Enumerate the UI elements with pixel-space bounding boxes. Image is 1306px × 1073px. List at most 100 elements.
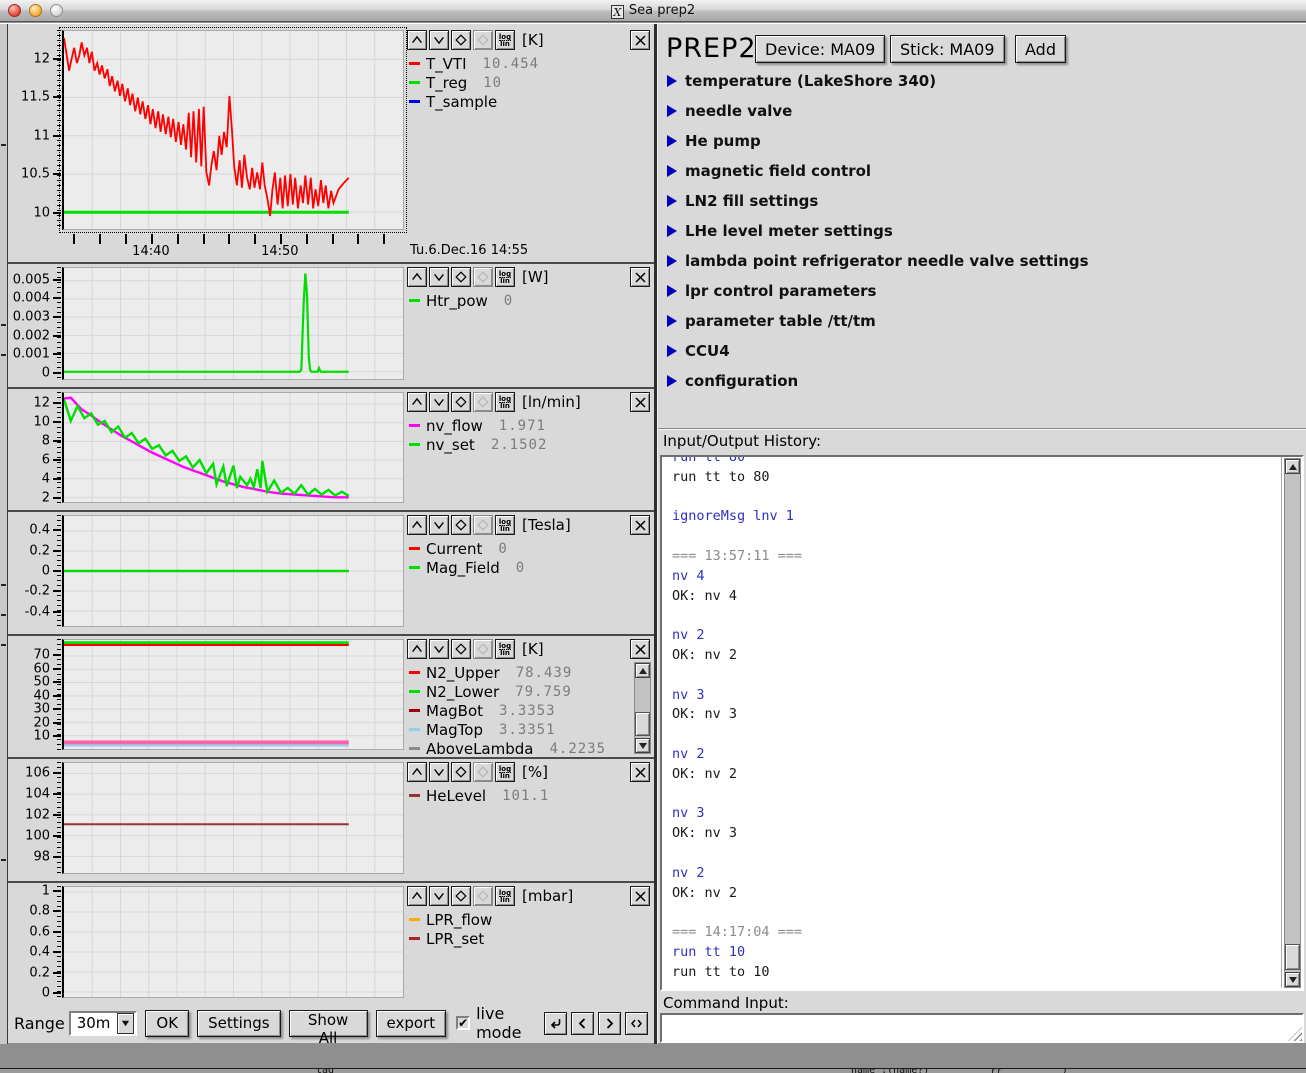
section-magnetic-field-control[interactable]: magnetic field control	[667, 160, 871, 182]
close-chart-button[interactable]	[630, 392, 650, 412]
log-lin-toggle-button[interactable]: loglin	[495, 886, 515, 906]
scrollbar-thumb[interactable]	[635, 712, 650, 736]
stick-button[interactable]: Stick: MA09	[890, 35, 1005, 63]
legend-entry-AboveLambda[interactable]: AboveLambda4.2235	[409, 739, 627, 758]
scroll-up-button[interactable]	[1285, 459, 1300, 474]
live-mode-checkbox[interactable]: ✔	[456, 1016, 470, 1030]
ok-button[interactable]: OK	[145, 1010, 189, 1037]
legend-entry-T_reg[interactable]: T_reg10	[409, 73, 627, 92]
section-parameter-table-tt-tm[interactable]: parameter table /tt/tm	[667, 310, 876, 332]
section-needle-valve[interactable]: needle valve	[667, 100, 792, 122]
chart-plot-area[interactable]	[62, 886, 404, 998]
legend-entry-HeLevel[interactable]: HeLevel101.1	[409, 786, 627, 805]
command-input[interactable]	[660, 1013, 1304, 1043]
section-temperature-lakeshore-340[interactable]: temperature (LakeShore 340)	[667, 70, 936, 92]
legend-entry-LPR_flow[interactable]: LPR_flow	[409, 910, 627, 929]
chevron-right-button[interactable]	[598, 1012, 621, 1035]
scroll-down-button[interactable]	[1285, 972, 1300, 987]
scroll-up-button[interactable]	[407, 392, 427, 412]
add-button[interactable]: Add	[1015, 35, 1066, 63]
expand-range-button[interactable]	[625, 1012, 648, 1035]
zoom-range-button[interactable]	[451, 639, 471, 659]
section-ln2-fill-settings[interactable]: LN2 fill settings	[667, 190, 818, 212]
scroll-down-button[interactable]	[429, 267, 449, 287]
log-lin-toggle-button[interactable]: loglin	[495, 392, 515, 412]
settings-button[interactable]: Settings	[197, 1010, 281, 1037]
chart-plot-area[interactable]	[62, 639, 404, 750]
chart-plot-area[interactable]	[62, 30, 404, 230]
zoom-range-button[interactable]	[451, 762, 471, 782]
scroll-down-button[interactable]	[429, 392, 449, 412]
scroll-up-button[interactable]	[407, 762, 427, 782]
legend-entry-LPR_set[interactable]: LPR_set	[409, 929, 627, 948]
scrollbar-thumb[interactable]	[1285, 944, 1300, 970]
chart-plot-area[interactable]	[62, 267, 404, 380]
scroll-down-button[interactable]	[429, 515, 449, 535]
legend-scrollbar[interactable]	[634, 662, 651, 754]
zoom-range-button[interactable]	[451, 30, 471, 50]
return-arrow-button[interactable]	[544, 1012, 567, 1035]
legend-entry-MagBot[interactable]: MagBot3.3353	[409, 701, 627, 720]
section-ccu4[interactable]: CCU4	[667, 340, 730, 362]
device-button[interactable]: Device: MA09	[755, 35, 885, 63]
section-lambda-point-refrigerator-needle-valve-settings[interactable]: lambda point refrigerator needle valve s…	[667, 250, 1089, 272]
zoom-range-disabled-button[interactable]	[473, 639, 493, 659]
scroll-up-button[interactable]	[407, 886, 427, 906]
scroll-up-button[interactable]	[407, 639, 427, 659]
io-history-scrollbar[interactable]	[1284, 458, 1301, 988]
scroll-up-button[interactable]	[407, 30, 427, 50]
combobox-dropdown-button[interactable]	[117, 1013, 134, 1034]
scroll-up-button[interactable]	[407, 267, 427, 287]
zoom-range-button[interactable]	[451, 392, 471, 412]
log-lin-toggle-button[interactable]: loglin	[495, 639, 515, 659]
close-chart-button[interactable]	[630, 886, 650, 906]
zoom-range-button[interactable]	[451, 267, 471, 287]
zoom-range-disabled-button[interactable]	[473, 267, 493, 287]
scroll-down-button[interactable]	[429, 762, 449, 782]
log-lin-toggle-button[interactable]: loglin	[495, 267, 515, 287]
io-history-box[interactable]: run tt 80run tt to 80 ignoreMsg lnv 1 ==…	[660, 455, 1304, 991]
scroll-up-button[interactable]	[635, 663, 650, 678]
close-chart-button[interactable]	[630, 639, 650, 659]
scroll-down-button[interactable]	[635, 738, 650, 753]
zoom-range-disabled-button[interactable]	[473, 30, 493, 50]
show-all-button[interactable]: Show All	[289, 1010, 368, 1037]
section-configuration[interactable]: configuration	[667, 370, 798, 392]
zoom-range-button[interactable]	[451, 515, 471, 535]
legend-entry-Htr_pow[interactable]: Htr_pow0	[409, 291, 627, 310]
legend-entry-N2_Lower[interactable]: N2_Lower79.759	[409, 682, 627, 701]
zoom-range-disabled-button[interactable]	[473, 886, 493, 906]
chart-plot-area[interactable]	[62, 762, 404, 874]
zoom-range-button[interactable]	[451, 886, 471, 906]
legend-entry-nv_flow[interactable]: nv_flow1.971	[409, 416, 627, 435]
legend-entry-T_sample[interactable]: T_sample	[409, 92, 627, 111]
chart-plot-area[interactable]	[62, 392, 404, 503]
chevron-left-button[interactable]	[571, 1012, 594, 1035]
section-lhe-level-meter-settings[interactable]: LHe level meter settings	[667, 220, 893, 242]
section-lpr-control-parameters[interactable]: lpr control parameters	[667, 280, 876, 302]
legend-entry-N2_Upper[interactable]: N2_Upper78.439	[409, 663, 627, 682]
legend-entry-Mag_Field[interactable]: Mag_Field0	[409, 558, 627, 577]
section-he-pump[interactable]: He pump	[667, 130, 761, 152]
zoom-range-disabled-button[interactable]	[473, 515, 493, 535]
legend-entry-nv_set[interactable]: nv_set2.1502	[409, 435, 627, 454]
scroll-down-button[interactable]	[429, 886, 449, 906]
scroll-up-button[interactable]	[407, 515, 427, 535]
log-lin-toggle-button[interactable]: loglin	[495, 30, 515, 50]
close-chart-button[interactable]	[630, 30, 650, 50]
scroll-down-button[interactable]	[429, 639, 449, 659]
legend-entry-MagTop[interactable]: MagTop3.3351	[409, 720, 627, 739]
log-lin-toggle-button[interactable]: loglin	[495, 515, 515, 535]
close-chart-button[interactable]	[630, 762, 650, 782]
scroll-down-button[interactable]	[429, 30, 449, 50]
zoom-range-disabled-button[interactable]	[473, 392, 493, 412]
chart-plot-area[interactable]	[62, 515, 404, 627]
legend-entry-Current[interactable]: Current0	[409, 539, 627, 558]
legend-entry-T_VTI[interactable]: T_VTI10.454	[409, 54, 627, 73]
range-combobox[interactable]: 30m	[69, 1011, 138, 1036]
export-button[interactable]: export	[376, 1010, 447, 1037]
log-lin-toggle-button[interactable]: loglin	[495, 762, 515, 782]
close-chart-button[interactable]	[630, 515, 650, 535]
close-chart-button[interactable]	[630, 267, 650, 287]
zoom-range-disabled-button[interactable]	[473, 762, 493, 782]
